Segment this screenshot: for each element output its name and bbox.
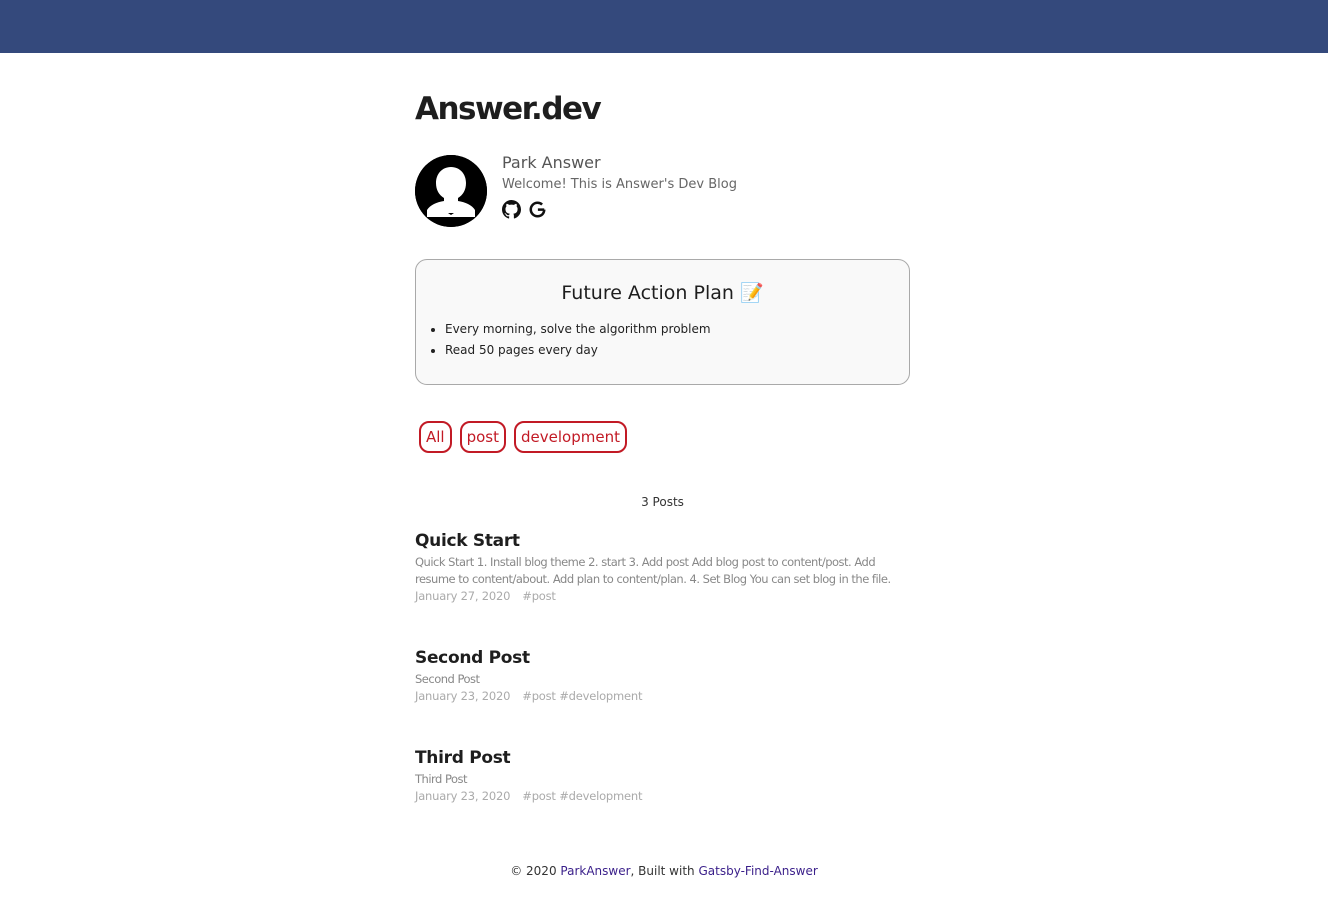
post-item[interactable]: Quick Start Quick Start 1. Install blog … [415,530,910,605]
top-nav-bar [0,0,1328,53]
bio-description: Welcome! This is Answer's Dev Blog [502,177,737,192]
post-excerpt: Second Post [415,672,480,686]
action-plan-card: Future Action Plan 📝 Every morning, solv… [415,259,910,385]
footer-copyright: © 2020 [510,864,561,878]
post-meta: January 23, 2020 #post #development [415,688,910,705]
footer-theme-link[interactable]: Gatsby-Find-Answer [698,864,817,878]
github-icon[interactable] [502,200,521,219]
bio-text: Park Answer Welcome! This is Answer's De… [502,153,737,229]
post-item[interactable]: Third Post Third Post January 23, 2020 #p… [415,747,910,805]
post-date: January 27, 2020 [415,589,511,603]
footer-built-with: , Built with [630,864,699,878]
post-title[interactable]: Quick Start [415,530,910,552]
post-count: 3 Posts [641,495,684,509]
post-date: January 23, 2020 [415,689,511,703]
post-tags: #post #development [522,789,643,803]
avatar [415,155,487,227]
plan-list: Every morning, solve the algorithm probl… [416,319,909,361]
user-silhouette-icon [415,155,487,227]
social-links [502,200,737,219]
plan-title: Future Action Plan 📝 [561,282,764,304]
post-meta: January 27, 2020 #post [415,588,910,605]
bio-section: Park Answer Welcome! This is Answer's De… [415,153,910,229]
post-title[interactable]: Second Post [415,647,910,669]
post-tags: #post #development [522,689,643,703]
tag-filter-bar: All post development [415,421,910,453]
footer: © 2020 ParkAnswer, Built with Gatsby-Fin… [0,862,1328,880]
post-excerpt: Quick Start 1. Install blog theme 2. sta… [415,555,891,586]
footer-author-link[interactable]: ParkAnswer [560,864,630,878]
tag-filter-development[interactable]: development [514,421,627,453]
tag-filter-post[interactable]: post [459,421,507,453]
tag-filter-all[interactable]: All [419,421,452,453]
plan-item: Every morning, solve the algorithm probl… [445,319,909,340]
google-icon[interactable] [528,200,547,219]
post-item[interactable]: Second Post Second Post January 23, 2020… [415,647,910,705]
site-title[interactable]: Answer.dev [415,53,910,127]
plan-item: Read 50 pages every day [445,340,909,361]
post-date: January 23, 2020 [415,789,511,803]
post-tags: #post [522,589,556,603]
author-name: Park Answer [502,153,601,172]
main-content: Answer.dev Park Answer Welcome! This is … [415,53,910,805]
post-title[interactable]: Third Post [415,747,910,769]
post-excerpt: Third Post [415,772,468,786]
post-meta: January 23, 2020 #post #development [415,788,910,805]
